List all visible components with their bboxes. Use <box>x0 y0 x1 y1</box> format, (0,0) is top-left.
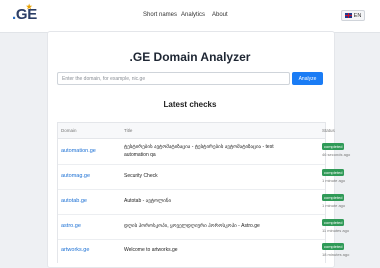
language-code: EN <box>353 12 362 19</box>
table-row: astro.ge დღის ჰოროსკოპი, ყოველდღიური ჰორ… <box>58 215 349 240</box>
status-badge: completed <box>322 219 345 226</box>
site-logo[interactable]: .GE ★ <box>12 4 37 23</box>
status-badge: completed <box>322 194 345 201</box>
row-title: დღის ჰოროსკოპი, ყოველდღიური ჰოროსკოპი - … <box>124 223 260 229</box>
row-title: ტესტირების ავტომატიზაცია - ტესტირების ავ… <box>124 144 274 158</box>
nav-about[interactable]: About <box>212 12 228 18</box>
column-header-status: Status <box>322 128 335 133</box>
row-domain-link[interactable]: automag.ge <box>61 173 90 179</box>
row-timestamp: 1 minute ago <box>322 178 346 183</box>
row-timestamp: 46 seconds ago <box>322 152 351 157</box>
domain-search-input[interactable] <box>57 72 290 85</box>
table-row: artworks.ge Welcome to artworks.ge compl… <box>58 240 349 264</box>
column-header-title: Title <box>124 128 133 133</box>
row-timestamp: 11 minutes ago <box>322 228 350 233</box>
latest-checks-heading: Latest checks <box>163 100 217 109</box>
logo-star-icon: ★ <box>26 4 32 11</box>
row-timestamp: 18 minutes ago <box>322 252 350 257</box>
top-navbar: .GE ★ Short names Analytics About EN <box>0 0 380 33</box>
row-title: Welcome to artworks.ge <box>124 247 178 253</box>
table-header: Domain Title Status <box>58 123 335 139</box>
table-row: automation.ge ტესტირების ავტომატიზაცია -… <box>58 139 350 165</box>
row-title: Security Check <box>124 173 158 179</box>
row-timestamp: 1 minute ago <box>322 203 346 208</box>
row-title: Autotab - ავტოლინი <box>124 198 172 204</box>
table-row: autotab.ge Autotab - ავტოლინი completed … <box>58 190 345 215</box>
row-domain-link[interactable]: automation.ge <box>61 148 96 154</box>
status-badge: completed <box>322 243 345 250</box>
uk-flag-icon <box>344 13 352 18</box>
table-row: automag.ge Security Check completed 1 mi… <box>58 165 345 190</box>
row-domain-link[interactable]: autotab.ge <box>61 198 87 204</box>
analyze-button[interactable]: Analyze <box>292 72 323 85</box>
nav-short-names[interactable]: Short names <box>143 12 177 18</box>
latest-checks-table: Domain Title Status automation.ge ტესტირ… <box>57 122 350 264</box>
row-domain-link[interactable]: artworks.ge <box>61 247 89 253</box>
status-badge: completed <box>322 169 345 176</box>
language-switcher[interactable]: EN <box>341 10 365 21</box>
row-domain-link[interactable]: astro.ge <box>61 223 81 229</box>
page-title: .GE Domain Analyzer <box>129 50 251 64</box>
status-badge: completed <box>322 143 345 150</box>
column-header-domain: Domain <box>61 128 77 133</box>
nav-analytics[interactable]: Analytics <box>181 12 205 18</box>
